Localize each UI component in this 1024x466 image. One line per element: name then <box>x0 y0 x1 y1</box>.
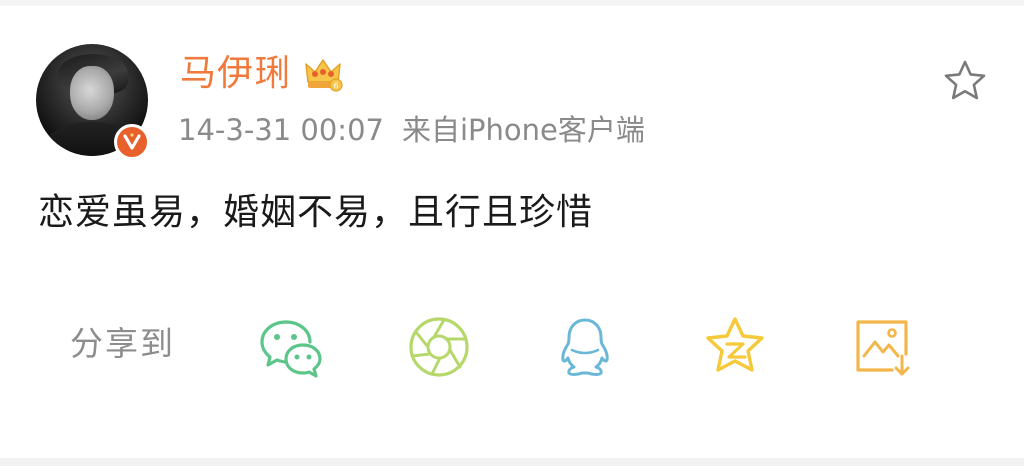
favorite-button[interactable] <box>942 58 988 104</box>
star-outline-icon <box>944 60 986 100</box>
share-label: 分享到 <box>70 324 175 363</box>
post-body: 恋爱虽易，婚姻不易，且行且珍惜 <box>38 192 594 233</box>
verified-v-icon <box>114 124 150 160</box>
bottom-divider <box>0 458 1024 466</box>
share-moments-button[interactable] <box>404 312 474 382</box>
share-qzone-button[interactable] <box>700 312 770 382</box>
svg-text:6: 6 <box>333 82 338 91</box>
post-timestamp: 14-3-31 00:07 <box>178 113 384 147</box>
share-qq-button[interactable] <box>550 312 620 382</box>
top-divider <box>0 0 1024 6</box>
save-image-button[interactable] <box>848 312 918 382</box>
avatar-face <box>70 66 114 120</box>
share-wechat-button[interactable] <box>256 312 326 382</box>
qzone-icon <box>706 317 764 372</box>
wechat-icon <box>260 320 322 378</box>
qq-icon <box>561 318 609 376</box>
weibo-post-card: 马伊琍 6 14-3-31 00:07 来自iPhone客户端 恋爱虽易，婚姻不易… <box>0 0 1024 466</box>
post-source: 来自iPhone客户端 <box>401 113 645 147</box>
wechat-moments-icon <box>409 317 469 377</box>
post-meta: 14-3-31 00:07 来自iPhone客户端 <box>178 110 645 150</box>
avatar[interactable] <box>36 44 150 160</box>
save-image-icon <box>856 320 910 376</box>
crown-vip-icon[interactable]: 6 <box>302 52 344 94</box>
username[interactable]: 马伊琍 <box>180 52 291 96</box>
